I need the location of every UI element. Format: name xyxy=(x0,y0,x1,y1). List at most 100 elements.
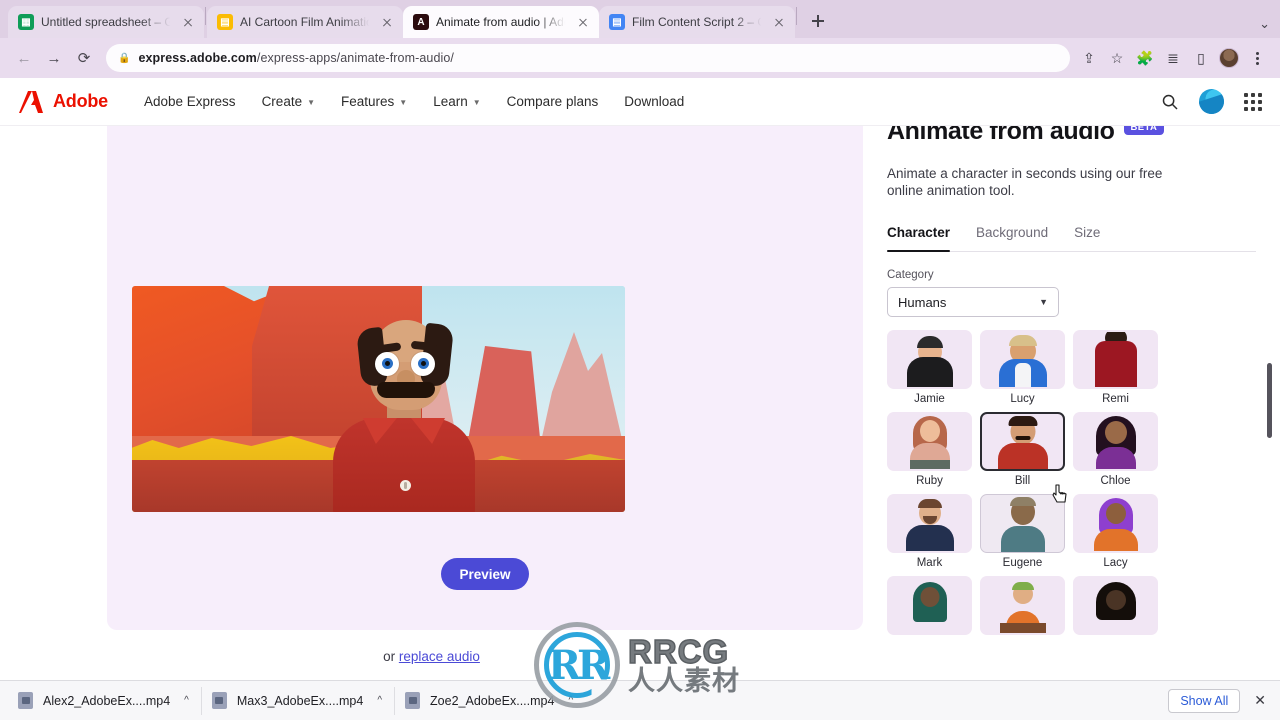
character-option-row4-2[interactable] xyxy=(980,576,1065,639)
character-option-mark[interactable]: Mark xyxy=(887,494,972,569)
tab-divider xyxy=(796,6,797,25)
replace-audio-row: or replace audio xyxy=(0,649,863,664)
search-icon[interactable] xyxy=(1161,93,1179,111)
nav-link-download[interactable]: Download xyxy=(624,94,684,109)
browser-tab-0[interactable]: ▦ Untitled spreadsheet – Google xyxy=(8,6,204,38)
character-name: Mark xyxy=(916,557,943,569)
page-viewport: Adobe Adobe Express Create ▼ Features ▼ Le… xyxy=(0,78,1280,720)
editor-canvas-pane: Preview or replace audio Enhance speech xyxy=(0,126,863,720)
tab-size[interactable]: Size xyxy=(1074,225,1100,251)
character-settings-panel: Animate from audio BETA Animate a charac… xyxy=(863,126,1280,720)
tab-close-icon[interactable] xyxy=(379,14,395,30)
extensions-icon[interactable]: 🧩 xyxy=(1132,45,1158,71)
chevron-down-icon: ▼ xyxy=(307,98,316,107)
character-option-bill[interactable]: Bill xyxy=(980,412,1065,487)
keep-icon: ▤ xyxy=(217,14,233,30)
download-file-name: Alex2_AdobeEx....mp4 xyxy=(43,693,171,708)
back-arrow-icon[interactable]: ← xyxy=(10,44,38,72)
adobe-logo[interactable]: Adobe xyxy=(18,90,108,114)
character-option-ruby[interactable]: Ruby xyxy=(887,412,972,487)
nav-link-label: Features xyxy=(341,94,395,109)
replace-audio-link[interactable]: replace audio xyxy=(399,649,480,664)
character-grid-scrollbar[interactable] xyxy=(1267,350,1272,612)
forward-arrow-icon[interactable]: → xyxy=(40,44,68,72)
adobe-express-icon: A xyxy=(413,14,429,30)
browser-tab-1[interactable]: ▤ AI Cartoon Film Animation – Go xyxy=(207,6,403,38)
character-option-jamie[interactable]: Jamie xyxy=(887,330,972,405)
category-select[interactable]: Humans ▼ xyxy=(887,287,1059,317)
chevron-up-icon[interactable]: ^ xyxy=(184,695,189,706)
chevron-up-icon[interactable]: ^ xyxy=(377,695,382,706)
character-thumbnail xyxy=(1073,412,1158,471)
chevron-up-icon[interactable]: ^ xyxy=(568,695,573,706)
nav-link-learn[interactable]: Learn ▼ xyxy=(433,94,480,109)
tab-character[interactable]: Character xyxy=(887,225,951,252)
tab-divider xyxy=(205,6,206,25)
nav-link-create[interactable]: Create ▼ xyxy=(262,94,315,109)
reload-icon[interactable]: ⟳ xyxy=(70,44,98,72)
nav-link-compare-plans[interactable]: Compare plans xyxy=(507,94,599,109)
nav-link-label: Download xyxy=(624,94,685,109)
more-menu-icon[interactable] xyxy=(1244,45,1270,71)
character-option-chloe[interactable]: Chloe xyxy=(1073,412,1158,487)
tab-title: Film Content Script 2 – Google xyxy=(632,15,764,29)
character-name: Lucy xyxy=(1010,393,1035,405)
character-thumbnail xyxy=(887,330,972,389)
tab-close-icon[interactable] xyxy=(180,14,196,30)
video-file-icon xyxy=(211,692,227,709)
share-icon[interactable]: ⇪ xyxy=(1076,45,1102,71)
tab-background[interactable]: Background xyxy=(976,225,1048,251)
sheets-icon: ▦ xyxy=(18,14,34,30)
video-file-icon xyxy=(405,692,421,709)
page-content: Preview or replace audio Enhance speech … xyxy=(0,126,1280,720)
browser-tab-2-active[interactable]: A Animate from audio | Adobe Ex xyxy=(403,6,599,38)
url-input[interactable]: 🔒 express.adobe.com/express-apps/animate… xyxy=(106,44,1070,72)
character-name: Chloe xyxy=(1100,475,1131,487)
star-icon[interactable]: ☆ xyxy=(1104,45,1130,71)
profile-avatar-icon[interactable] xyxy=(1216,45,1242,71)
download-item-2[interactable]: Zoe2_AdobeEx....mp4 ^ xyxy=(394,686,585,715)
adobe-nav-links: Adobe Express Create ▼ Features ▼ Learn ▼ C… xyxy=(144,94,684,109)
download-item-1[interactable]: Max3_AdobeEx....mp4 ^ xyxy=(200,686,394,715)
character-name: Ruby xyxy=(916,475,943,487)
tab-title: Untitled spreadsheet – Google xyxy=(41,15,173,29)
tab-strip: ▦ Untitled spreadsheet – Google ▤ AI Car… xyxy=(0,0,1280,38)
character-thumbnail xyxy=(887,576,972,635)
nav-link-adobe-express[interactable]: Adobe Express xyxy=(144,94,236,109)
new-tab-button[interactable] xyxy=(804,7,832,35)
tab-close-icon[interactable] xyxy=(575,14,591,30)
animation-preview[interactable] xyxy=(132,286,625,512)
category-label: Category xyxy=(887,269,934,281)
character-option-row4-1[interactable] xyxy=(887,576,972,639)
character-option-lucy[interactable]: Lucy xyxy=(980,330,1065,405)
chevron-down-icon: ▼ xyxy=(472,98,481,107)
character-option-remi[interactable]: Remi xyxy=(1073,330,1158,405)
character-option-row4-3[interactable] xyxy=(1073,576,1158,639)
tab-close-icon[interactable] xyxy=(771,14,787,30)
character-thumbnail xyxy=(980,412,1065,471)
download-item-0[interactable]: Alex2_AdobeEx....mp4 ^ xyxy=(8,687,201,715)
chevron-down-icon: ▼ xyxy=(399,98,408,107)
character-option-eugene[interactable]: Eugene xyxy=(980,494,1065,569)
preview-button[interactable]: Preview xyxy=(441,558,529,590)
side-panel-icon[interactable]: ▯ xyxy=(1188,45,1214,71)
character-thumbnail xyxy=(1073,330,1158,389)
tab-search-chevron-icon[interactable]: ⌄ xyxy=(1259,17,1270,30)
category-value: Humans xyxy=(898,294,947,310)
nav-link-features[interactable]: Features ▼ xyxy=(341,94,407,109)
user-avatar[interactable] xyxy=(1199,89,1224,114)
nav-link-label: Compare plans xyxy=(506,94,599,109)
download-bar: Alex2_AdobeEx....mp4 ^ Max3_AdobeEx....m… xyxy=(0,680,1280,720)
character-name: Eugene xyxy=(1002,557,1043,569)
show-all-downloads-button[interactable]: Show All xyxy=(1168,688,1241,713)
character-option-lacy[interactable]: Lacy xyxy=(1073,494,1158,569)
panel-tabs: Character Background Size xyxy=(887,225,1256,252)
app-grid-icon[interactable] xyxy=(1244,92,1262,111)
docs-icon: ▤ xyxy=(609,14,625,30)
close-icon[interactable]: ✕ xyxy=(1254,692,1266,709)
browser-tab-3[interactable]: ▤ Film Content Script 2 – Google xyxy=(599,6,795,38)
scrollbar-thumb[interactable] xyxy=(1267,363,1272,438)
nav-link-label: Learn xyxy=(433,94,468,109)
reading-list-icon[interactable]: ≣ xyxy=(1160,45,1186,71)
mouse-cursor-pointer-icon xyxy=(1052,484,1068,504)
